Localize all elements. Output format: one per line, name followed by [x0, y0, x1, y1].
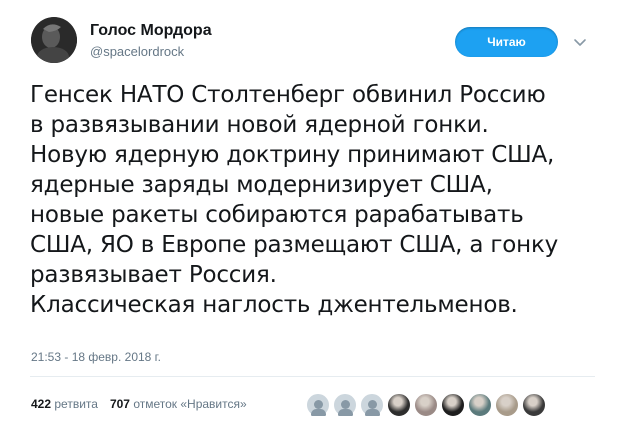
likes-count: 707 — [109, 397, 130, 411]
tweet-text-line: ядерные заряды модернизирует США, — [30, 172, 493, 198]
follow-button[interactable]: Читаю — [455, 27, 558, 57]
tweet-text: Генсек НАТО Столтенберг обвинил Россию в… — [30, 80, 610, 320]
liker-avatar[interactable] — [468, 393, 492, 417]
retweets-label: ретвита — [54, 397, 98, 411]
tweet-text-line: новые ракеты собираются рарабатывать — [30, 202, 524, 228]
divider — [30, 376, 595, 377]
liker-avatar[interactable] — [441, 393, 465, 417]
user-avatar — [31, 17, 77, 63]
tweet-text-line: развязывает Россия. — [30, 262, 277, 288]
likes-stat[interactable]: 707 отметок «Нравится» — [110, 397, 247, 411]
liker-avatar[interactable] — [522, 393, 546, 417]
chevron-down-icon — [574, 39, 586, 46]
retweets-stat[interactable]: 422 ретвита — [31, 397, 98, 411]
tweet-text-line: США, ЯО в Европе размещают США, а гонку — [30, 232, 559, 258]
liker-avatar[interactable] — [495, 393, 519, 417]
author-display-name[interactable]: Голос Мордора — [90, 22, 212, 40]
liker-avatar[interactable] — [387, 393, 411, 417]
liker-avatar[interactable] — [414, 393, 438, 417]
tweet-menu-button[interactable] — [572, 34, 588, 50]
tweet-text-line: в развязывании новой ядерной гонки. — [30, 112, 489, 138]
tweet-text-line: Новую ядерную доктрину принимают США, — [30, 142, 555, 168]
tweet-text-line: Генсек НАТО Столтенберг обвинил Россию — [30, 82, 546, 108]
retweets-count: 422 — [31, 397, 52, 411]
tweet-timestamp[interactable]: 21:53 - 18 февр. 2018 г. — [31, 350, 161, 364]
liker-avatar[interactable] — [360, 393, 384, 417]
likes-label: отметок «Нравится» — [133, 397, 247, 411]
tweet-stats: 422 ретвита 707 отметок «Нравится» — [31, 397, 247, 411]
liker-avatar[interactable] — [333, 393, 357, 417]
liker-avatar[interactable] — [306, 393, 330, 417]
author-handle[interactable]: @spacelordrock — [90, 44, 184, 59]
author-avatar[interactable] — [31, 17, 77, 63]
tweet-text-line: Классическая наглость джентельменов. — [30, 292, 518, 318]
tweet-card: Голос Мордора @spacelordrock Читаю Генсе… — [0, 0, 625, 435]
